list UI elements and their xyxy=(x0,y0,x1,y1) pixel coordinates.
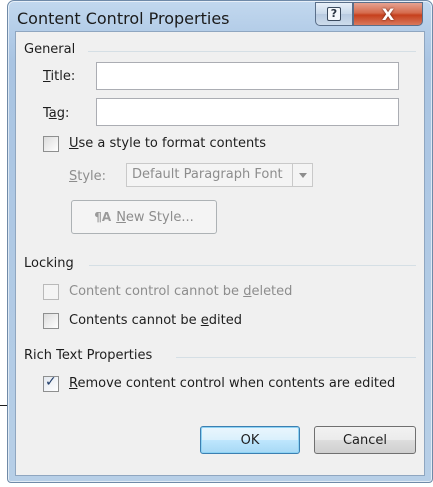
cannot-delete-label: Content control cannot be deleted xyxy=(69,284,293,299)
general-divider xyxy=(88,51,416,52)
locking-divider xyxy=(89,265,416,266)
use-style-checkbox[interactable] xyxy=(43,136,59,152)
title-input[interactable] xyxy=(96,62,399,90)
use-style-label: Use a style to format contents xyxy=(69,136,267,151)
help-button[interactable]: ? xyxy=(315,2,353,26)
cannot-edit-checkbox[interactable] xyxy=(43,313,59,329)
new-style-label: New Style... xyxy=(116,209,194,225)
checkmark-icon: ✓ xyxy=(45,374,57,390)
remove-control-checkbox[interactable]: ✓ xyxy=(43,374,59,392)
style-dropdown-value: Default Paragraph Font xyxy=(132,167,283,182)
rich-text-heading: Rich Text Properties xyxy=(24,348,153,363)
dialog-window: Content Control Properties ? X General T… xyxy=(7,0,433,483)
cannot-edit-label: Contents cannot be edited xyxy=(69,313,242,328)
question-mark-icon: ? xyxy=(327,7,341,21)
style-label: Style: xyxy=(69,169,107,184)
rich-text-divider xyxy=(176,357,416,358)
tag-input[interactable] xyxy=(96,98,399,126)
remove-control-label: Remove content control when contents are… xyxy=(69,376,396,391)
cancel-button[interactable]: Cancel xyxy=(314,426,416,454)
tag-label: Tag: xyxy=(43,106,70,121)
general-heading: General xyxy=(24,42,76,57)
dialog-body: General Title: Tag: Use a style to forma… xyxy=(15,31,425,476)
ok-button[interactable]: OK xyxy=(200,426,300,454)
cannot-delete-checkbox[interactable] xyxy=(43,284,59,300)
close-button[interactable]: X xyxy=(353,2,423,26)
style-icon: ¶A xyxy=(94,210,112,224)
title-label: Title: xyxy=(43,69,76,84)
chevron-down-icon xyxy=(292,164,312,186)
window-title: Content Control Properties xyxy=(17,9,230,28)
style-dropdown[interactable]: Default Paragraph Font xyxy=(126,163,313,187)
close-x-icon: X xyxy=(381,4,395,24)
locking-heading: Locking xyxy=(24,256,74,271)
new-style-button[interactable]: ¶A New Style... xyxy=(71,200,217,234)
